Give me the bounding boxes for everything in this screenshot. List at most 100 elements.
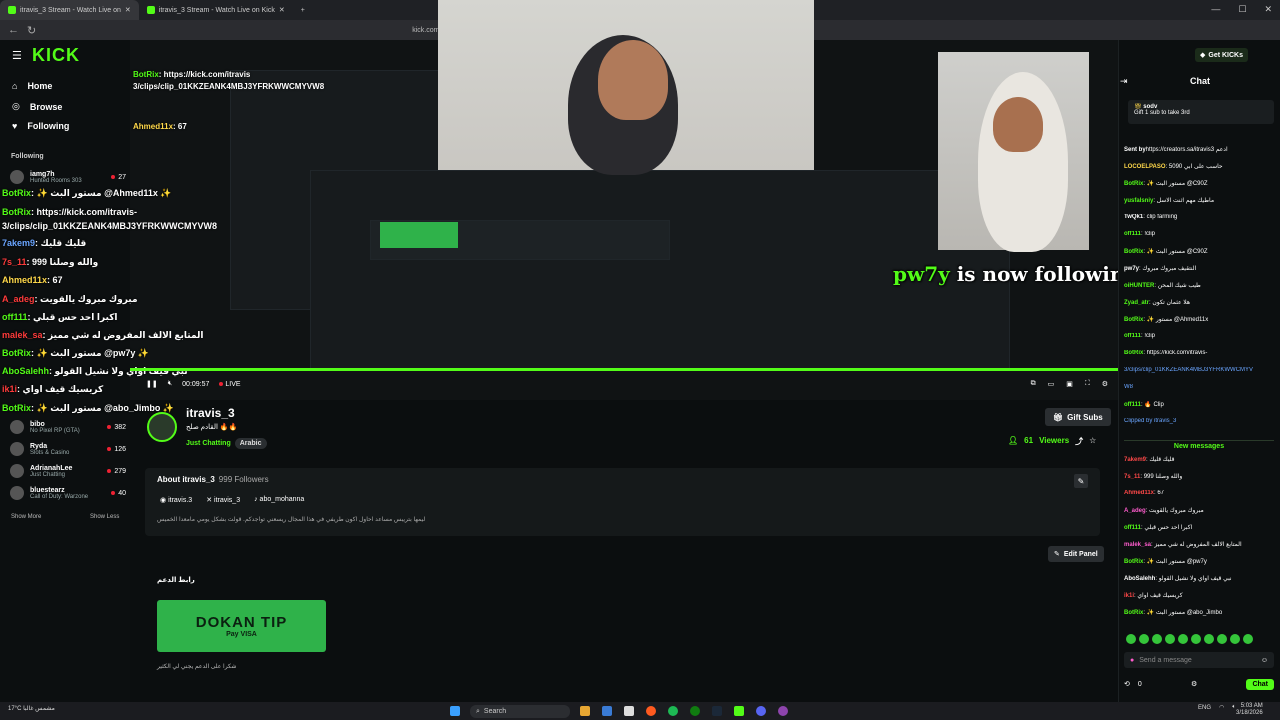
get-kicks-button[interactable]: ◆ Get KICKs — [1195, 48, 1249, 62]
clip-icon[interactable]: ⧉ — [1031, 380, 1036, 388]
instagram-icon: ◉ — [160, 497, 167, 504]
chat-input[interactable]: ● Send a message ☺ — [1124, 652, 1274, 668]
fullscreen-icon[interactable]: ⛶ — [1085, 380, 1090, 388]
pause-icon[interactable]: ❚❚ — [146, 380, 158, 388]
edit-panel-button[interactable]: ✎ Edit Panel — [1048, 546, 1104, 562]
nav-home[interactable]: ⌂ Home — [12, 81, 52, 91]
overlay-chat-line: BotRix: ✨ مستور البث @abo_Jimbo ✨ — [2, 403, 175, 413]
windows-start-icon[interactable] — [450, 706, 460, 716]
chat-username[interactable]: 7akem9 — [1124, 457, 1146, 463]
chat-username[interactable]: pw7y — [1124, 266, 1139, 272]
following-item[interactable]: AdrianahLee Just Chatting 279 — [10, 464, 126, 478]
channel-avatar[interactable] — [147, 412, 177, 442]
collapse-chat-icon[interactable]: ⇥ — [1120, 76, 1128, 87]
pinned-gift-banner[interactable]: 🎁︎ sodv Gift 1 sub to take 3rd — [1128, 100, 1274, 124]
social-tiktok[interactable]: ♪ abo_mohanna — [254, 496, 304, 504]
edit-pencil-icon[interactable]: ✎ — [1074, 474, 1088, 488]
stream-title: القادم صلح 🔥🔥 — [186, 424, 238, 431]
kick-points-icon[interactable]: ⟲ — [1124, 680, 1130, 688]
new-tab-button[interactable]: + — [293, 0, 313, 20]
chat-username[interactable]: BotRix — [1124, 610, 1143, 616]
chat-message: yusfalsniy: ماطيك مهم اثنت الاسل — [1124, 198, 1215, 204]
kick-app-icon[interactable] — [734, 706, 744, 716]
weather-widget[interactable]: 17°C مشمس غالبا — [8, 705, 55, 712]
store-icon[interactable] — [624, 706, 634, 716]
chat-username[interactable]: 7s_11 — [1124, 474, 1140, 480]
chat-username[interactable]: BotRix — [1124, 559, 1143, 565]
spotify-icon[interactable] — [668, 706, 678, 716]
back-icon[interactable]: ← — [8, 24, 19, 36]
following-item[interactable]: iamg7h Hunted Rooms 303 27 — [10, 170, 126, 184]
close-window-icon[interactable]: ✕ — [1264, 4, 1272, 15]
browser-tab-2[interactable]: itravis_3 Stream - Watch Live on Kick ✕ — [139, 0, 293, 20]
chat-username[interactable]: malek_sa — [1124, 542, 1151, 548]
brave-icon[interactable] — [646, 706, 656, 716]
new-messages-divider[interactable]: New messages — [1124, 440, 1274, 450]
chat-username[interactable]: Zyad_atr — [1124, 300, 1149, 306]
dokan-tip-banner[interactable]: DOKAN TIP Pay VISA — [157, 600, 326, 652]
close-icon[interactable]: ✕ — [125, 6, 131, 14]
social-instagram[interactable]: ◉ itravis.3 — [160, 496, 192, 504]
thanks-text: شكرا على الدعم يجني لي الكثير — [157, 664, 237, 670]
menu-icon[interactable]: ☰ — [12, 49, 22, 62]
following-item[interactable]: bibo No Pixel RP (GTA) 382 — [10, 420, 126, 434]
reload-icon[interactable]: ↻ — [27, 24, 36, 37]
chat-username[interactable]: off111 — [1124, 525, 1141, 531]
discord-icon[interactable] — [756, 706, 766, 716]
channel-name[interactable]: itravis_3 — [186, 406, 235, 420]
taskbar-search[interactable]: ⌕ Search — [470, 705, 570, 718]
chat-username[interactable]: Sent by — [1124, 147, 1146, 153]
pip-icon[interactable]: ▣ — [1066, 380, 1073, 388]
chat-message: Sent byhttps://creators.sa/itravis3 ادعم — [1124, 147, 1228, 153]
chat-username[interactable]: AboSalehh — [1124, 576, 1155, 582]
tag-arabic[interactable]: Arabic — [234, 438, 267, 449]
theater-icon[interactable]: ▭ — [1048, 380, 1055, 388]
guest-webcam — [938, 52, 1089, 252]
chat-username[interactable]: yusfalsniy — [1124, 198, 1153, 204]
kick-logo[interactable]: KICK — [32, 45, 80, 66]
nav-browse[interactable]: ◎ Browse — [12, 101, 62, 112]
show-more-link[interactable]: Show More — [11, 514, 41, 520]
mute-icon[interactable]: 🔇︎ — [168, 380, 172, 388]
nav-following[interactable]: ♥ Following — [12, 121, 69, 131]
following-item[interactable]: bluestearz Call of Duty: Warzone 40 — [10, 486, 126, 500]
chat-username[interactable]: LOCOELPASO — [1124, 164, 1166, 170]
star-icon[interactable]: ☆ — [1089, 436, 1096, 447]
chat-username[interactable]: BotRix — [1124, 317, 1143, 323]
chat-username[interactable]: off111 — [1124, 333, 1141, 339]
chat-username[interactable]: BotRix — [1124, 350, 1143, 356]
close-icon[interactable]: ✕ — [279, 6, 285, 14]
clock[interactable]: 5:03 AM 3/18/2026 — [1236, 703, 1263, 717]
chat-username[interactable]: off111 — [1124, 402, 1141, 408]
steam-icon[interactable] — [712, 706, 722, 716]
chat-message: pw7y: النتقيف مبروك مبروك — [1124, 266, 1197, 272]
chat-username[interactable]: oiHUNTER — [1124, 283, 1154, 289]
chat-username[interactable]: A_adeg — [1124, 508, 1146, 514]
chat-username[interactable]: BotRix — [1124, 181, 1143, 187]
file-explorer-icon[interactable] — [580, 706, 590, 716]
maximize-icon[interactable]: ☐ — [1238, 4, 1246, 15]
following-item[interactable]: Ryda Slots & Casino 126 — [10, 442, 126, 456]
share-icon[interactable]: ⤴ — [1075, 436, 1083, 447]
chat-message: Clipped by itravis_3 — [1124, 418, 1177, 424]
chat-username[interactable]: TwQk1 — [1124, 214, 1143, 220]
overlay-chat-line: off111: اكبرا احد حس قبلي — [2, 312, 118, 322]
following-heading: Following — [11, 153, 44, 160]
chat-username[interactable]: off111 — [1124, 231, 1141, 237]
edge-icon[interactable] — [602, 706, 612, 716]
chat-username[interactable]: Ahmed11x — [1124, 490, 1154, 496]
progress-bar[interactable] — [130, 368, 1120, 371]
stream-category[interactable]: Just Chatting Arabic — [186, 438, 267, 449]
show-less-link[interactable]: Show Less — [90, 514, 119, 520]
settings-icon[interactable]: ⚙ — [1102, 380, 1108, 388]
chat-username[interactable]: BotRix — [1124, 249, 1143, 255]
chat-send-button[interactable]: Chat — [1246, 678, 1274, 690]
xbox-icon[interactable] — [690, 706, 700, 716]
settings-icon[interactable]: ⚙ — [1191, 680, 1197, 688]
chat-username[interactable]: ik1i — [1124, 593, 1134, 599]
social-x[interactable]: ✕ itravis_3 — [206, 496, 240, 504]
obs-icon[interactable] — [778, 706, 788, 716]
minimize-icon[interactable]: — — [1211, 4, 1220, 15]
gift-subs-button[interactable]: 🎁︎ Gift Subs — [1045, 408, 1111, 426]
browser-tab-1[interactable]: itravis_3 Stream - Watch Live on ✕ — [0, 0, 139, 20]
